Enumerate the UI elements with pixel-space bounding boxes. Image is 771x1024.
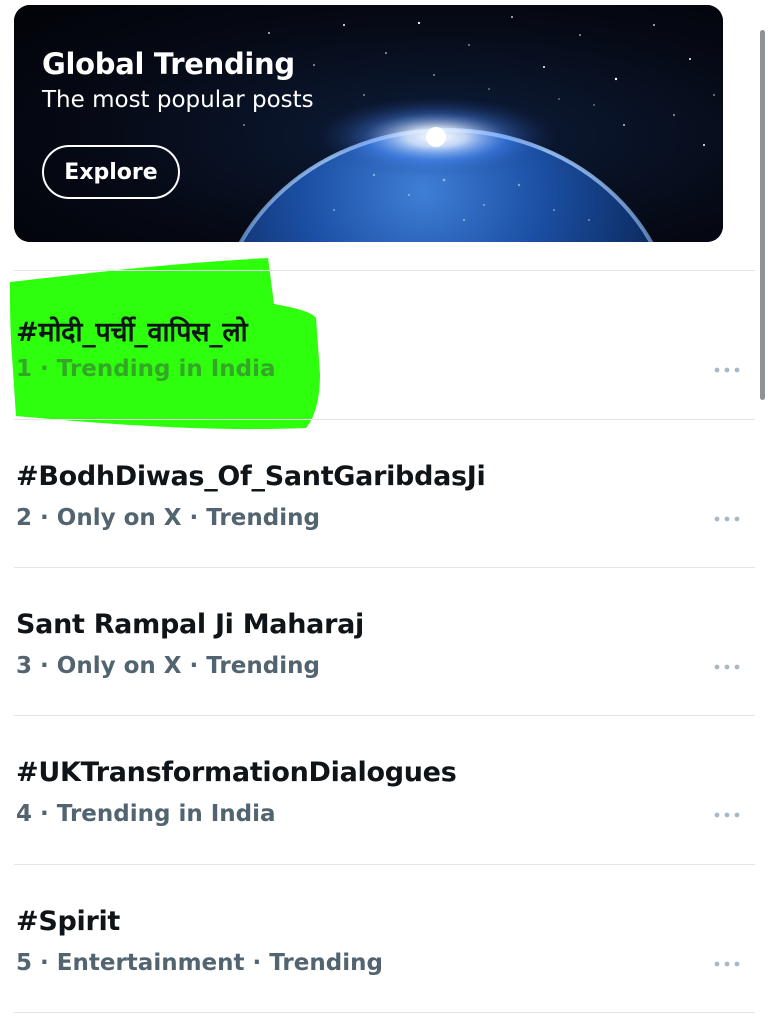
meta-separator: · <box>32 653 57 679</box>
explore-button[interactable]: Explore <box>42 145 180 199</box>
meta-separator: · <box>32 801 57 827</box>
trend-meta: 3 · Only on X · Trending <box>16 653 320 679</box>
trending-page: Global Trending The most popular posts E… <box>0 0 771 1024</box>
meta-separator: · <box>32 950 57 976</box>
more-horizontal-icon[interactable] <box>713 663 741 671</box>
trend-item-2[interactable]: #BodhDiwas_Of_SantGaribdasJi 2 · Only on… <box>0 419 771 567</box>
more-horizontal-icon[interactable] <box>713 366 741 374</box>
trend-meta: 4 · Trending in India <box>16 801 276 827</box>
global-trending-banner[interactable]: Global Trending The most popular posts E… <box>14 5 723 242</box>
divider <box>14 1012 755 1013</box>
trend-item-5[interactable]: #Spirit 5 · Entertainment · Trending <box>0 864 771 1012</box>
trend-title: #मोदी_पर्ची_वापिस_लो <box>16 317 248 348</box>
meta-separator: · <box>32 356 57 382</box>
banner-title: Global Trending <box>42 47 295 81</box>
trend-meta: 2 · Only on X · Trending <box>16 505 320 531</box>
more-horizontal-icon[interactable] <box>713 811 741 819</box>
trend-item-3[interactable]: Sant Rampal Ji Maharaj 3 · Only on X · T… <box>0 567 771 715</box>
trend-category: Trending in India <box>56 801 276 827</box>
trend-rank: 2 <box>16 505 33 531</box>
trend-title: #Spirit <box>16 906 121 937</box>
trend-item-4[interactable]: #UKTransformationDialogues 4 · Trending … <box>0 715 771 863</box>
trend-rank: 1 <box>16 356 33 382</box>
more-horizontal-icon[interactable] <box>713 515 741 523</box>
trend-meta: 1 · Trending in India <box>16 356 276 382</box>
trend-title: #UKTransformationDialogues <box>16 757 457 788</box>
trend-category: Trending in India <box>56 356 276 382</box>
meta-separator: · <box>32 505 57 531</box>
trend-title: Sant Rampal Ji Maharaj <box>16 609 364 640</box>
trend-category: Only on X · Trending <box>56 653 320 679</box>
trend-item-1[interactable]: #मोदी_पर्ची_वापिस_लो 1 · Trending in Ind… <box>0 270 771 418</box>
earth-from-space-image <box>14 5 723 242</box>
trend-rank: 4 <box>16 801 33 827</box>
trend-meta: 5 · Entertainment · Trending <box>16 950 383 976</box>
more-horizontal-icon[interactable] <box>713 960 741 968</box>
banner-subtitle: The most popular posts <box>42 87 314 113</box>
trend-rank: 5 <box>16 950 33 976</box>
trend-title: #BodhDiwas_Of_SantGaribdasJi <box>16 461 486 492</box>
trend-category: Only on X · Trending <box>56 505 320 531</box>
trend-rank: 3 <box>16 653 33 679</box>
trend-category: Entertainment · Trending <box>56 950 383 976</box>
